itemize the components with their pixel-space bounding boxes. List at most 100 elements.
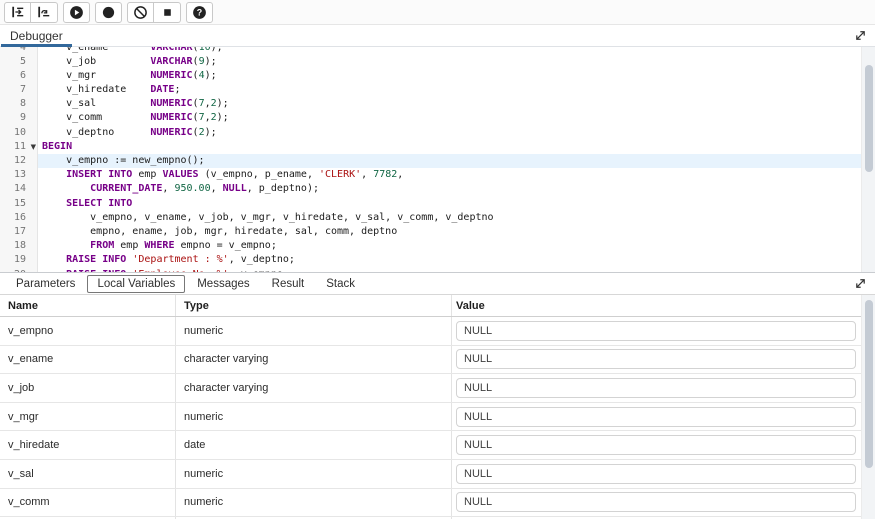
code-line: 7 v_hiredate DATE; (0, 83, 875, 97)
column-header-value: Value (452, 295, 875, 316)
step-over-icon (37, 5, 51, 19)
table-row: v_enamecharacter varyingNULL (0, 346, 875, 375)
toolbar-button-group: ? (186, 2, 213, 23)
cell-type: character varying (176, 374, 452, 402)
help-button[interactable]: ? (186, 2, 213, 23)
table-scrollbar-thumb[interactable] (865, 300, 873, 468)
code-line: 12 v_empno := new_empno(); (0, 154, 875, 168)
fold-arrow-icon[interactable]: ▼ (31, 141, 36, 153)
line-number-gutter[interactable]: 6 (0, 69, 38, 83)
line-number-gutter[interactable]: 19 (0, 253, 38, 267)
table-scrollbar[interactable] (861, 295, 875, 519)
toggle-breakpoint-button[interactable] (95, 2, 122, 23)
value-input[interactable]: NULL (456, 435, 856, 455)
line-number-gutter[interactable]: 15 (0, 197, 38, 211)
line-number-gutter[interactable]: 10 (0, 126, 38, 140)
cell-value: NULL (452, 431, 875, 459)
value-input[interactable]: NULL (456, 378, 856, 398)
continue-button[interactable] (63, 2, 90, 23)
clear-all-breakpoints-button[interactable] (127, 2, 154, 23)
code-scrollbar-thumb[interactable] (865, 65, 873, 172)
code-line-text[interactable]: FROM emp WHERE empno = v_empno; (38, 239, 875, 253)
line-number-gutter[interactable]: 16 (0, 211, 38, 225)
tab-messages[interactable]: Messages (187, 275, 259, 293)
line-number-gutter[interactable]: 17 (0, 225, 38, 239)
code-line-text[interactable]: BEGIN (38, 140, 875, 154)
code-line: 4 v_ename VARCHAR(10); (0, 47, 875, 55)
code-line-text[interactable]: v_comm NUMERIC(7,2); (38, 111, 875, 125)
debugger-panel-tabs: ParametersLocal VariablesMessagesResultS… (0, 273, 875, 295)
line-number-gutter[interactable]: 13 (0, 168, 38, 182)
cell-value: NULL (452, 317, 875, 345)
toolbar-button-group (127, 2, 181, 23)
tab-stack[interactable]: Stack (316, 275, 365, 293)
cell-name: v_sal (0, 460, 176, 488)
cell-type: date (176, 431, 452, 459)
code-line: 18 FROM emp WHERE empno = v_empno; (0, 239, 875, 253)
code-line: 15 SELECT INTO (0, 197, 875, 211)
code-line: 17 empno, ename, job, mgr, hiredate, sal… (0, 225, 875, 239)
cell-type: character varying (176, 346, 452, 374)
code-line-text[interactable]: v_job VARCHAR(9); (38, 55, 875, 69)
code-line-text[interactable]: v_deptno NUMERIC(2); (38, 126, 875, 140)
value-input[interactable]: NULL (456, 407, 856, 427)
code-line-text[interactable]: v_mgr NUMERIC(4); (38, 69, 875, 83)
code-line-text[interactable]: CURRENT_DATE, 950.00, NULL, p_deptno); (38, 182, 875, 196)
cell-name: v_ename (0, 346, 176, 374)
code-lines: 4 v_ename VARCHAR(10);5 v_job VARCHAR(9)… (0, 47, 875, 273)
line-number-gutter[interactable]: 12 (0, 154, 38, 168)
code-line-text[interactable]: RAISE INFO 'Department : %', v_deptno; (38, 253, 875, 267)
cell-value: NULL (452, 374, 875, 402)
line-number-gutter[interactable]: 5 (0, 55, 38, 69)
table-row: v_mgrnumericNULL (0, 403, 875, 432)
no-circle-icon (133, 5, 148, 20)
local-variables-table: NameTypeValue v_empnonumericNULLv_enamec… (0, 295, 875, 519)
code-line-text[interactable]: v_sal NUMERIC(7,2); (38, 97, 875, 111)
step-into-button[interactable] (4, 2, 31, 23)
cell-value: NULL (452, 346, 875, 374)
code-line: 11▼BEGIN (0, 140, 875, 154)
code-scrollbar[interactable] (861, 47, 875, 272)
code-line-text[interactable]: v_empno := new_empno(); (38, 154, 875, 168)
cell-type: numeric (176, 460, 452, 488)
table-row: v_jobcharacter varyingNULL (0, 374, 875, 403)
stop-button[interactable] (154, 2, 181, 23)
value-input[interactable]: NULL (456, 492, 856, 512)
line-number-gutter[interactable]: 14 (0, 182, 38, 196)
value-input[interactable]: NULL (456, 349, 856, 369)
cell-value: NULL (452, 460, 875, 488)
line-number-gutter[interactable]: 8 (0, 97, 38, 111)
expand-variables-panel-icon[interactable] (854, 277, 868, 291)
code-line-text[interactable]: v_hiredate DATE; (38, 83, 875, 97)
code-line-text[interactable]: empno, ename, job, mgr, hiredate, sal, c… (38, 225, 875, 239)
table-body: v_empnonumericNULLv_enamecharacter varyi… (0, 317, 875, 519)
code-line: 16 v_empno, v_ename, v_job, v_mgr, v_hir… (0, 211, 875, 225)
tab-parameters[interactable]: Parameters (6, 275, 85, 293)
line-number-gutter[interactable]: 7 (0, 83, 38, 97)
code-line-text[interactable]: INSERT INTO emp VALUES (v_empno, p_ename… (38, 168, 875, 182)
value-input[interactable]: NULL (456, 321, 856, 341)
step-over-button[interactable] (31, 2, 58, 23)
expand-code-panel-icon[interactable] (854, 29, 868, 43)
value-input[interactable]: NULL (456, 464, 856, 484)
cell-type: numeric (176, 403, 452, 431)
cell-value: NULL (452, 489, 875, 517)
column-header-name: Name (0, 295, 176, 316)
code-line-text[interactable]: SELECT INTO (38, 197, 875, 211)
line-number-gutter[interactable]: 9 (0, 111, 38, 125)
code-line-text[interactable]: v_ename VARCHAR(10); (38, 47, 875, 55)
tab-debugger[interactable]: Debugger (0, 25, 73, 46)
line-number-gutter[interactable]: 18 (0, 239, 38, 253)
code-line: 19 RAISE INFO 'Department : %', v_deptno… (0, 253, 875, 267)
line-number-gutter[interactable]: 11▼ (0, 140, 38, 154)
editor-tabbar: Debugger (0, 25, 875, 47)
tab-result[interactable]: Result (262, 275, 315, 293)
code-line-text[interactable]: v_empno, v_ename, v_job, v_mgr, v_hireda… (38, 211, 875, 225)
tab-local-variables[interactable]: Local Variables (87, 275, 185, 293)
table-row: v_salnumericNULL (0, 460, 875, 489)
cell-name: v_mgr (0, 403, 176, 431)
code-editor: 4 v_ename VARCHAR(10);5 v_job VARCHAR(9)… (0, 47, 875, 273)
line-number-gutter[interactable]: 4 (0, 47, 38, 55)
play-circle-icon (69, 5, 84, 20)
table-header-row: NameTypeValue (0, 295, 875, 317)
